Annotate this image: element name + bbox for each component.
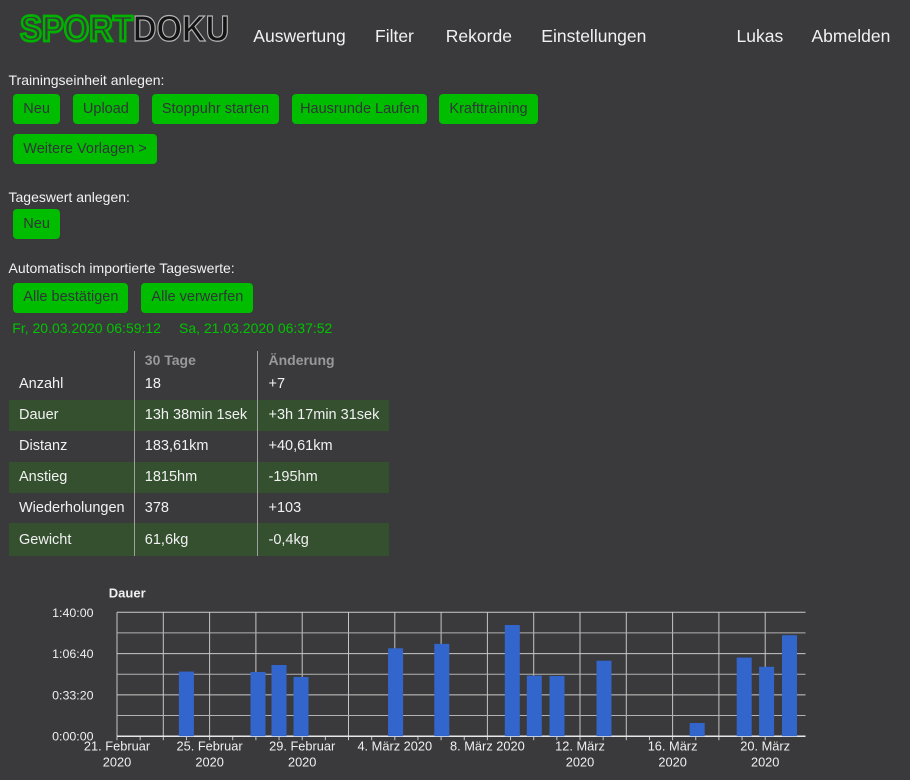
svg-text:1:06:40: 1:06:40 (52, 647, 93, 661)
svg-text:25. Februar: 25. Februar (177, 739, 244, 754)
svg-text:21. Februar: 21. Februar (84, 739, 151, 754)
svg-text:8. März 2020: 8. März 2020 (450, 739, 525, 754)
svg-text:0:33:20: 0:33:20 (52, 688, 93, 702)
svg-text:Dauer: Dauer (109, 586, 146, 601)
svg-text:20. März: 20. März (740, 739, 790, 754)
svg-text:2020: 2020 (103, 755, 131, 770)
svg-text:12. März: 12. März (555, 739, 605, 754)
svg-text:2020: 2020 (751, 755, 779, 770)
svg-text:4. März 2020: 4. März 2020 (357, 739, 432, 754)
svg-text:2020: 2020 (566, 755, 594, 770)
svg-text:1:40:00: 1:40:00 (52, 606, 93, 620)
svg-text:2020: 2020 (658, 755, 686, 770)
svg-text:2020: 2020 (195, 755, 223, 770)
svg-text:29. Februar: 29. Februar (269, 739, 336, 754)
svg-text:16. März: 16. März (648, 739, 698, 754)
svg-text:2020: 2020 (288, 755, 316, 770)
